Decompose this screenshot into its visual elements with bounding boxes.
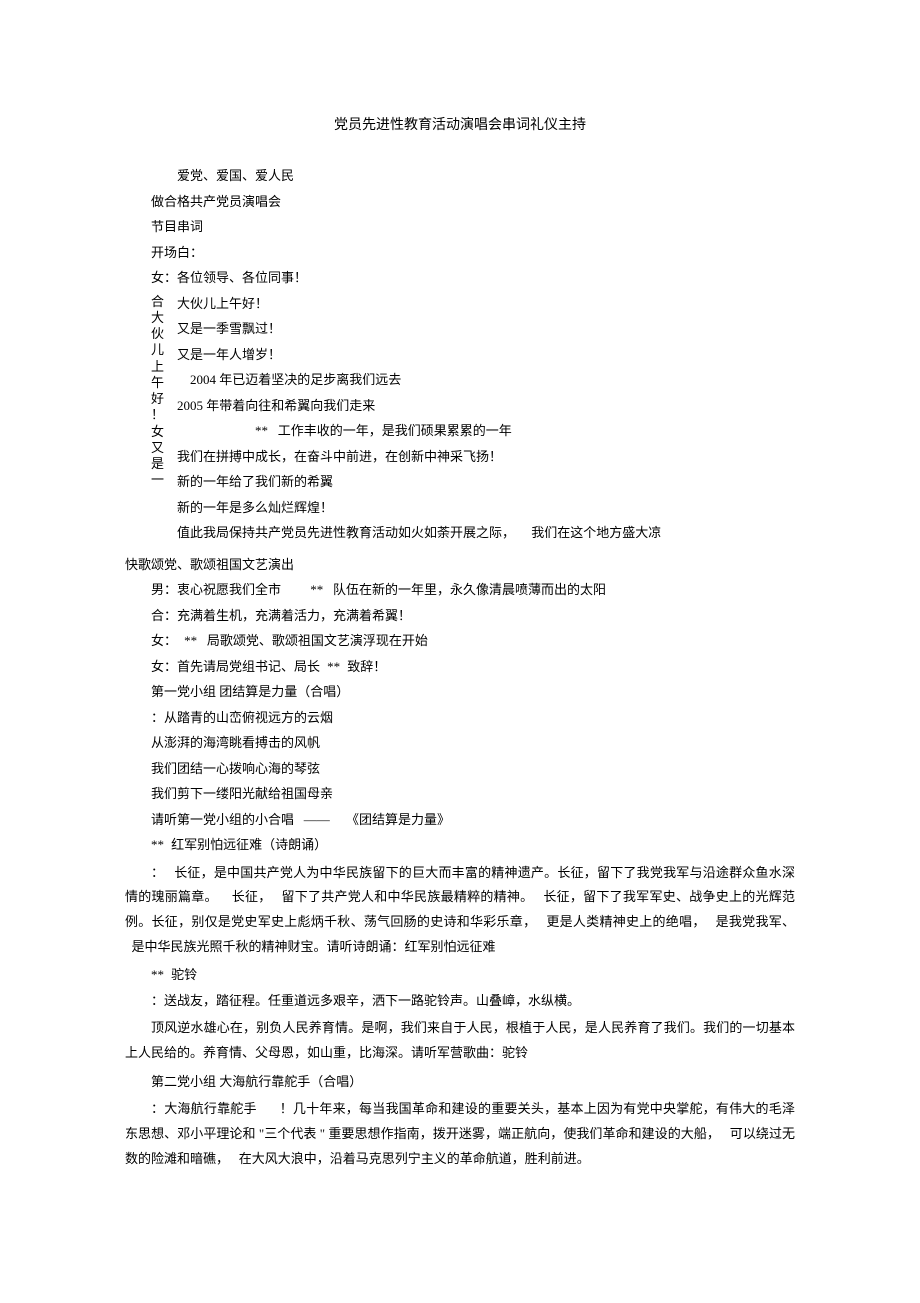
text-span: 工作丰收的一年，是我们硕果累累的一年: [278, 423, 512, 438]
vert-char: 伙: [151, 326, 167, 342]
text-span: 长征，: [232, 889, 272, 904]
text-line: 第二党小组 大海航行靠舵手（合唱）: [125, 1072, 795, 1092]
text-span: **: [151, 967, 164, 982]
vert-char: 女: [151, 424, 167, 440]
text-span: 驼铃: [171, 967, 197, 982]
text-span: **: [151, 837, 164, 852]
text-span: 女：首先请局党组书记、局长: [151, 659, 320, 674]
text-span: 局歌颂党、歌颂祖国文艺演浮现在开始: [207, 633, 428, 648]
text-span: **: [184, 633, 197, 648]
text-line: 大伙儿上午好！: [177, 294, 795, 314]
text-span: " 重要思想作指南，拨开迷雾，端正航向，使我们革命和建设的大船，: [320, 1126, 720, 1141]
text-line: ** 工作丰收的一年，是我们硕果累累的一年: [177, 421, 795, 441]
text-line: 开场白：: [125, 243, 795, 263]
vert-char: 又: [151, 440, 167, 456]
vert-char: ！: [151, 407, 167, 423]
text-line: 值此我局保持共产党员先进性教育活动如火如荼开展之际， 我们在这个地方盛大凉: [177, 523, 795, 543]
vert-char: 一: [151, 472, 167, 488]
vert-char: 午: [151, 375, 167, 391]
text-span: 致辞！: [347, 659, 386, 674]
text-paragraph: ：大海航行靠舵手 ！几十年来，每当我国革命和建设的重要关头，基本上因为有党中央掌…: [125, 1097, 795, 1171]
text-span: 是中华民族光照千秋的精神财宝。请听诗朗诵：红军别怕远征难: [132, 939, 496, 954]
text-span: "三个代表: [259, 1126, 317, 1141]
text-span: 值此我局保持共产党员先进性教育活动如火如荼开展之际，: [177, 525, 515, 540]
text-line: 我们在拼搏中成长，在奋斗中前进，在创新中神采飞扬！: [177, 447, 795, 467]
text-line: 女： ** 局歌颂党、歌颂祖国文艺演浮现在开始: [125, 631, 795, 651]
text-span: 更是人类精神史上的绝唱，: [546, 914, 705, 929]
text-line: 2005 年带着向往和希翼向我们走来: [177, 396, 795, 416]
text-line: 合：充满着生机，充满着活力，充满着希翼！: [125, 606, 795, 626]
text-line: 女：各位领导、各位同事！: [125, 268, 795, 288]
text-line: 快歌颂党、歌颂祖国文艺演出: [125, 555, 795, 575]
text-line: 我们团结一心拨响心海的琴弦: [125, 759, 795, 779]
text-paragraph: ： 长征，是中国共产党人为中华民族留下的巨大而丰富的精神遗产。长征，留下了我党我…: [125, 861, 795, 960]
vertical-text-column: 合 大 伙 儿 上 午 好 ！ 女 又 是 一: [151, 294, 167, 549]
text-line: ** 红军别怕远征难（诗朗诵）: [125, 835, 795, 855]
text-span: 男：衷心祝愿我们全市: [151, 582, 281, 597]
subtitle: 爱党、爱国、爱人民: [125, 166, 795, 186]
vert-char: 上: [151, 359, 167, 375]
vert-char: 大: [151, 310, 167, 326]
text-span: 在大风大浪中，沿着马克思列宁主义的革命航道，胜利前进。: [239, 1151, 590, 1166]
text-span: **: [310, 582, 323, 597]
document-title: 党员先进性教育活动演唱会串词礼仪主持: [125, 115, 795, 136]
vert-char: 儿: [151, 342, 167, 358]
vert-char: 是: [151, 456, 167, 472]
text-line: 节目串词: [125, 217, 795, 237]
text-line: 从澎湃的海湾眺看搏击的风帆: [125, 733, 795, 753]
text-line: 新的一年给了我们新的希翼: [177, 472, 795, 492]
vertical-layout-block: 合 大 伙 儿 上 午 好 ！ 女 又 是 一 大伙儿上午好！ 又是一季雪飘过！…: [125, 294, 795, 549]
text-line: ** 驼铃: [125, 965, 795, 985]
text-line: 请听第一党小组的小合唱 —— 《团结算是力量》: [125, 810, 795, 830]
text-span: 女：: [151, 633, 177, 648]
text-paragraph: 顶风逆水雄心在，别负人民养育情。是啊，我们来自于人民，根植于人民，是人民养育了我…: [125, 1016, 795, 1065]
text-line: 我们剪下一缕阳光献给祖国母亲: [125, 784, 795, 804]
text-line: 又是一季雪飘过！: [177, 319, 795, 339]
text-line: ：送战友，踏征程。任重道远多艰辛，洒下一路驼铃声。山叠嶂，水纵横。: [125, 991, 795, 1011]
text-span: **: [327, 659, 340, 674]
text-line: 又是一年人增岁！: [177, 345, 795, 365]
text-span: ——: [304, 812, 330, 827]
text-span: 2004 年已迈着坚决的足步离我们远去: [190, 372, 401, 387]
text-span: 我们在这个地方盛大凉: [531, 525, 661, 540]
text-line: 新的一年是多么灿烂辉煌！: [177, 498, 795, 518]
text-line: 第一党小组 团结算是力量（合唱）: [125, 682, 795, 702]
side-content: 大伙儿上午好！ 又是一季雪飘过！ 又是一年人增岁！ 2004 年已迈着坚决的足步…: [177, 294, 795, 549]
text-span: ：: [151, 865, 164, 880]
text-span: 是我党我军、: [716, 914, 795, 929]
text-span: ：大海航行靠舵手: [151, 1101, 257, 1116]
text-line: 做合格共产党员演唱会: [125, 192, 795, 212]
text-line: 男：衷心祝愿我们全市 ** 队伍在新的一年里，永久像清晨喷薄而出的太阳: [125, 580, 795, 600]
text-line: 女：首先请局党组书记、局长 ** 致辞！: [125, 657, 795, 677]
text-span: 队伍在新的一年里，永久像清晨喷薄而出的太阳: [333, 582, 606, 597]
text-span: 《团结算是力量》: [346, 812, 450, 827]
text-span: 请听第一党小组的小合唱: [151, 812, 294, 827]
text-line: 2004 年已迈着坚决的足步离我们远去: [177, 370, 795, 390]
text-span: 留下了共产党人和中华民族最精粹的精神。: [282, 889, 534, 904]
text-span: **: [255, 423, 268, 438]
vert-char: 好: [151, 391, 167, 407]
text-line: ：从踏青的山峦俯视远方的云烟: [125, 708, 795, 728]
vert-char: 合: [151, 294, 167, 310]
text-span: 红军别怕远征难（诗朗诵）: [171, 837, 327, 852]
